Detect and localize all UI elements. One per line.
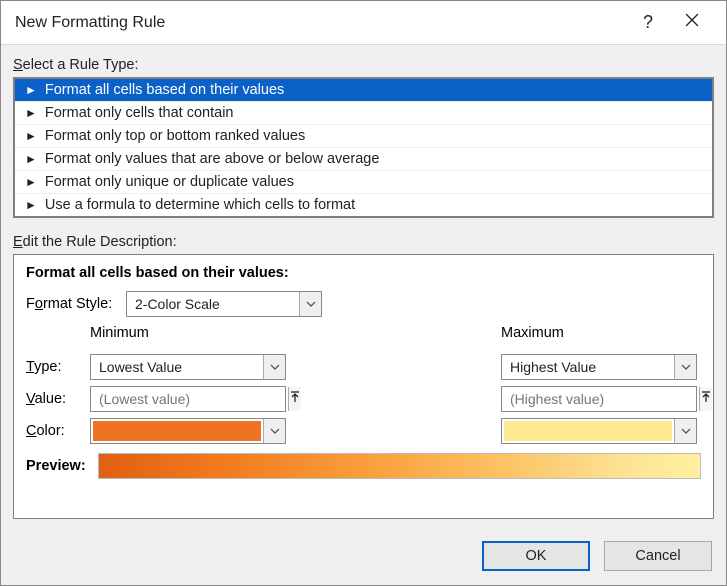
help-icon: ? [643,12,653,33]
help-button[interactable]: ? [626,1,670,45]
preview-gradient [98,453,701,479]
max-value-input-wrap [501,386,697,412]
max-color-swatch [504,421,672,441]
preview-label: Preview: [26,458,98,474]
arrow-icon: ► [25,106,37,120]
collapse-dialog-icon [700,390,712,408]
chevron-down-icon [263,419,285,443]
chevron-down-icon [263,355,285,379]
rule-type-list[interactable]: ► Format all cells based on their values… [13,77,714,218]
dialog-title: New Formatting Rule [15,14,626,32]
description-title: Format all cells based on their values: [26,265,701,281]
chevron-down-icon [299,292,321,316]
min-value-input[interactable] [91,387,288,411]
min-type-value: Lowest Value [91,355,263,379]
max-type-value: Highest Value [502,355,674,379]
close-button[interactable] [670,1,714,45]
arrow-icon: ► [25,175,37,189]
format-style-label: Format Style: [26,296,126,312]
close-icon [685,13,699,32]
format-style-value: 2-Color Scale [127,292,299,316]
edit-rule-description-label: Edit the Rule Description: [13,234,714,250]
format-style-select[interactable]: 2-Color Scale [126,291,322,317]
max-value-input[interactable] [502,387,699,411]
chevron-down-icon [674,355,696,379]
range-selector-button[interactable] [699,387,712,411]
cancel-button[interactable]: Cancel [604,541,712,571]
dialog-footer: OK Cancel [1,531,726,585]
new-formatting-rule-dialog: New Formatting Rule ? Select a Rule Type… [0,0,727,586]
arrow-icon: ► [25,198,37,212]
rule-type-item[interactable]: ► Format only top or bottom ranked value… [15,125,712,148]
row-labels-column: . Type: Value: Color: [26,325,90,447]
rule-type-label: Use a formula to determine which cells t… [45,197,355,213]
chevron-down-icon [674,419,696,443]
rule-type-label: Format all cells based on their values [45,82,284,98]
min-type-select[interactable]: Lowest Value [90,354,286,380]
select-rule-type-label: Select a Rule Type: [13,57,714,73]
rule-type-item[interactable]: ► Format only values that are above or b… [15,148,712,171]
rule-type-item[interactable]: ► Format all cells based on their values [15,79,712,102]
rule-type-label: Format only unique or duplicate values [45,174,294,190]
min-color-swatch [93,421,261,441]
type-label: Type: [26,359,61,375]
rule-type-label: Format only cells that contain [45,105,234,121]
min-color-select[interactable] [90,418,286,444]
rule-type-item[interactable]: ► Format only unique or duplicate values [15,171,712,194]
ok-button[interactable]: OK [482,541,590,571]
minimum-column: Minimum Lowest Value [90,325,290,447]
arrow-icon: ► [25,83,37,97]
max-type-select[interactable]: Highest Value [501,354,697,380]
minimum-header: Minimum [90,325,290,345]
arrow-icon: ► [25,129,37,143]
titlebar: New Formatting Rule ? [1,1,726,45]
rule-type-label: Format only top or bottom ranked values [45,128,305,144]
maximum-column: Maximum Highest Value [501,325,701,447]
rule-type-item[interactable]: ► Use a formula to determine which cells… [15,194,712,216]
min-value-input-wrap [90,386,286,412]
value-label: Value: [26,391,66,407]
maximum-header: Maximum [501,325,701,345]
color-label: Color: [26,423,65,439]
arrow-icon: ► [25,152,37,166]
rule-type-label: Format only values that are above or bel… [45,151,380,167]
max-color-select[interactable] [501,418,697,444]
rule-type-item[interactable]: ► Format only cells that contain [15,102,712,125]
rule-description-panel: Format all cells based on their values: … [13,254,714,519]
